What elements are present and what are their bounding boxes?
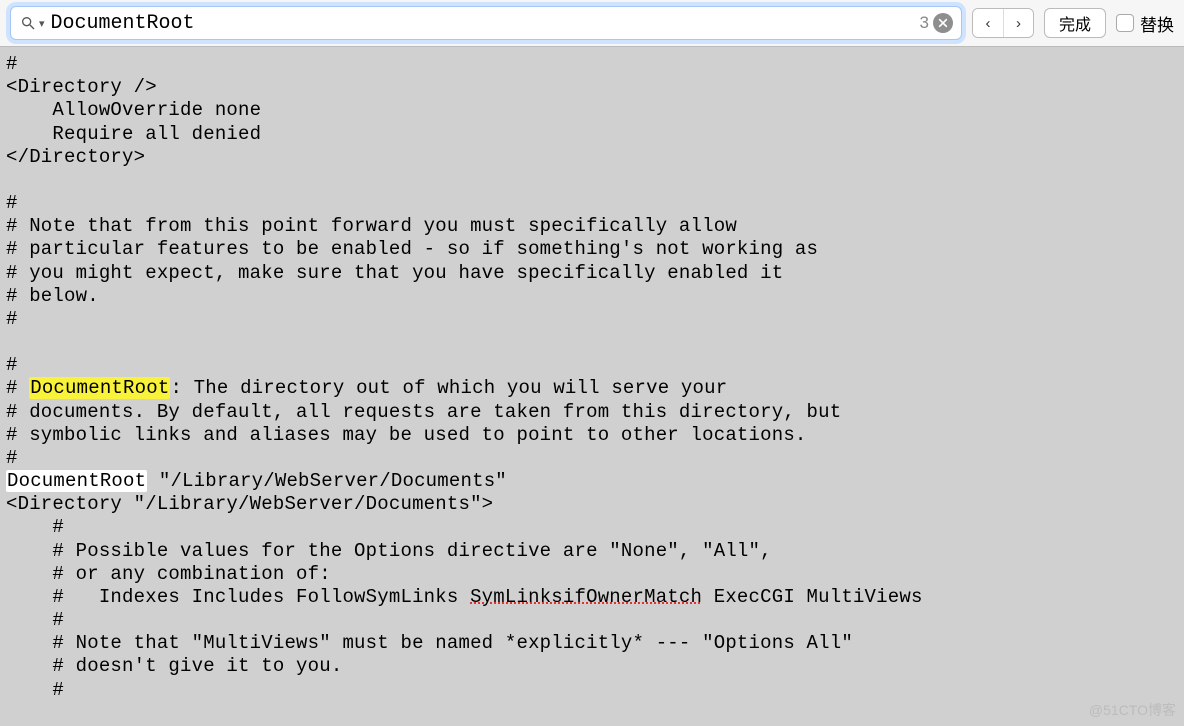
code-line: # [6, 679, 64, 701]
code-line: # Note that from this point forward you … [6, 215, 737, 237]
search-icon[interactable] [19, 14, 37, 32]
replace-label: 替换 [1140, 11, 1174, 36]
editor-content[interactable]: # <Directory /> AllowOverride none Requi… [0, 47, 1184, 712]
search-field-wrap: ▾ 3 [10, 6, 962, 40]
code-line: # Note that "MultiViews" must be named *… [6, 632, 853, 654]
code-line: Require all denied [6, 123, 261, 145]
watermark: @51CTO博客 [1089, 700, 1176, 720]
code-line: # Possible values for the Options direct… [6, 540, 772, 562]
code-line: # below. [6, 285, 99, 307]
code-line: # [6, 609, 64, 631]
code-line: # [6, 354, 18, 376]
code-line: <Directory [6, 76, 134, 98]
search-nav-buttons: ‹ › [972, 8, 1034, 38]
code-line: # [6, 308, 18, 330]
code-line: # documents. By default, all requests ar… [6, 401, 841, 423]
clear-search-button[interactable] [933, 13, 953, 33]
code-line: # or any combination of: [6, 563, 331, 585]
done-button[interactable]: 完成 [1044, 8, 1106, 38]
code-line: "/Library/WebServer/Documents" [147, 470, 507, 492]
code-line: ExecCGI MultiViews [702, 586, 922, 608]
code-line: # [6, 447, 18, 469]
code-line: # [6, 377, 29, 399]
prev-result-button[interactable]: ‹ [973, 9, 1003, 37]
code-line: # [6, 516, 64, 538]
search-hit-current: DocumentRoot [29, 377, 170, 399]
find-bar: ▾ 3 ‹ › 完成 替换 [0, 0, 1184, 47]
code-line: # doesn't give it to you. [6, 655, 342, 677]
code-line: /> [134, 76, 157, 98]
search-input[interactable] [51, 12, 916, 35]
code-line: <Directory "/Library/WebServer/Documents… [6, 493, 493, 515]
code-line: # [6, 53, 18, 75]
code-line: # [6, 192, 18, 214]
replace-toggle[interactable]: 替换 [1116, 11, 1174, 36]
code-line: # symbolic links and aliases may be used… [6, 424, 807, 446]
search-hit: DocumentRoot [6, 470, 147, 492]
code-line: # you might expect, make sure that you h… [6, 262, 783, 284]
code-line: # Indexes Includes FollowSymLinks [6, 586, 470, 608]
search-result-count: 3 [916, 13, 933, 33]
code-line: AllowOverride none [6, 99, 261, 121]
next-result-button[interactable]: › [1003, 9, 1033, 37]
search-menu-chevron-icon[interactable]: ▾ [39, 17, 45, 30]
code-line: </Directory> [6, 146, 145, 168]
spell-error: SymLinksifOwnerMatch [470, 586, 702, 608]
code-line: : The directory out of which you will se… [170, 377, 727, 399]
replace-checkbox[interactable] [1116, 14, 1134, 32]
code-line: # particular features to be enabled - so… [6, 238, 818, 260]
